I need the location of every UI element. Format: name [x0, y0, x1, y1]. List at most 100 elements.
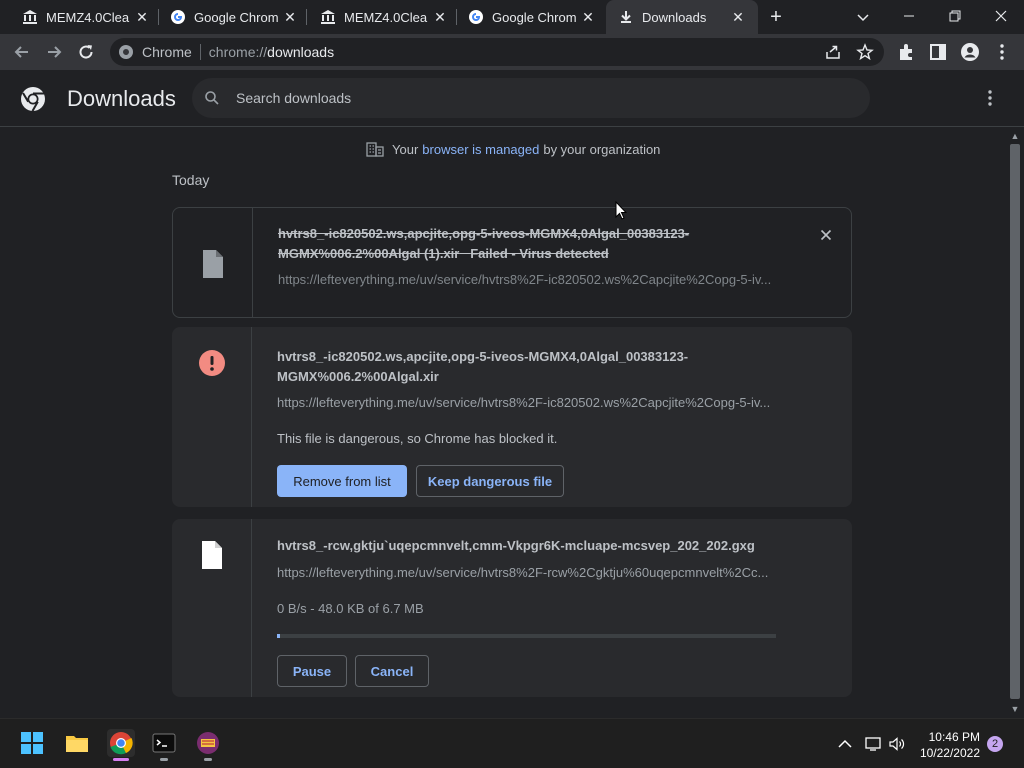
forward-button[interactable]	[43, 41, 65, 63]
system-clock[interactable]: 10:46 PM 10/22/2022	[916, 729, 980, 761]
bank-icon	[320, 9, 336, 25]
file-icon	[200, 540, 224, 569]
close-tab-icon[interactable]: ✕	[282, 9, 298, 25]
omnibox-separator	[199, 44, 201, 60]
downloads-header: Downloads	[0, 70, 1024, 127]
file-icon-column	[172, 327, 252, 507]
search-input[interactable]	[236, 78, 836, 118]
active-app-indicator	[113, 758, 129, 761]
tab-title: Google Chrome	[194, 9, 278, 25]
danger-message: This file is dangerous, so Chrome has bl…	[277, 431, 558, 446]
url-scheme: chrome://	[208, 44, 268, 60]
file-icon-column	[172, 519, 252, 697]
windows-start-icon[interactable]	[18, 729, 46, 757]
reload-button[interactable]	[75, 41, 97, 63]
close-tab-icon[interactable]: ✕	[730, 9, 746, 25]
terminal-icon[interactable]	[150, 729, 178, 761]
memz-app-icon[interactable]	[194, 729, 222, 761]
date-heading: Today	[172, 172, 210, 188]
file-icon-column	[173, 208, 253, 317]
close-tab-icon[interactable]: ✕	[580, 9, 596, 25]
file-explorer-icon[interactable]	[63, 729, 91, 757]
side-panel-icon[interactable]	[928, 42, 948, 62]
download-icon	[618, 9, 634, 25]
site-label: Chrome	[142, 44, 192, 60]
running-app-indicator	[160, 758, 168, 761]
managed-notice: Your browser is managed by your organiza…	[366, 141, 660, 157]
remove-item-icon[interactable]	[817, 226, 835, 244]
scroll-up-icon[interactable]: ▲	[1010, 131, 1020, 141]
more-actions-icon[interactable]	[980, 88, 1000, 108]
scroll-down-icon[interactable]: ▼	[1010, 704, 1020, 714]
progress-text: 0 B/s - 48.0 KB of 6.7 MB	[277, 601, 424, 616]
new-tab-button[interactable]: +	[766, 7, 786, 27]
restore-button[interactable]	[944, 6, 966, 28]
clock-time: 10:46 PM	[928, 730, 980, 744]
chrome-logo-icon	[20, 86, 46, 112]
google-icon	[468, 9, 484, 25]
close-window-button[interactable]	[990, 6, 1012, 28]
tab-4[interactable]: Google Chrome ✕	[446, 0, 604, 34]
file-name[interactable]: hvtrs8_-ic820502.ws,apcjite,opg-5-iveos-…	[278, 224, 778, 264]
chrome-icon	[118, 44, 134, 60]
warning-icon	[199, 350, 225, 376]
download-progress-bar	[277, 634, 776, 638]
download-url[interactable]: https://lefteverything.me/uv/service/hvt…	[277, 565, 777, 580]
page-title: Downloads	[67, 86, 176, 111]
search-icon	[204, 90, 220, 106]
bank-icon	[22, 9, 38, 25]
tab-downloads[interactable]: Downloads ✕	[606, 0, 758, 34]
file-icon	[201, 249, 225, 278]
file-name[interactable]: hvtrs8_-rcw,gktju`uqepcmnvelt,cmm-Vkpgr6…	[277, 536, 777, 556]
download-item-dangerous: hvtrs8_-ic820502.ws,apcjite,opg-5-iveos-…	[172, 327, 852, 507]
search-downloads-box[interactable]	[192, 78, 870, 118]
download-item-failed: hvtrs8_-ic820502.ws,apcjite,opg-5-iveos-…	[172, 207, 852, 318]
managed-suffix: by your organization	[543, 141, 661, 157]
managed-prefix: Your	[392, 141, 419, 157]
google-icon	[170, 9, 186, 25]
download-url[interactable]: https://lefteverything.me/uv/service/hvt…	[277, 395, 777, 410]
downloads-list: Your browser is managed by your organiza…	[0, 127, 1006, 718]
network-icon[interactable]	[864, 735, 882, 753]
tab-3[interactable]: MEMZ4.0Clean_ ✕	[298, 0, 456, 34]
building-icon	[366, 141, 384, 157]
address-bar[interactable]: Chrome chrome://downloads	[110, 38, 884, 66]
chrome-menu-icon[interactable]	[992, 42, 1012, 62]
tab-title: Downloads	[642, 9, 707, 25]
bookmark-star-icon[interactable]	[856, 43, 874, 61]
notification-badge[interactable]: 2	[987, 736, 1003, 752]
download-url[interactable]: https://lefteverything.me/uv/service/hvt…	[278, 272, 778, 287]
tab-title: MEMZ4.0Clean_	[46, 9, 130, 25]
progress-fill	[277, 634, 281, 638]
back-button[interactable]	[11, 41, 33, 63]
file-name[interactable]: hvtrs8_-ic820502.ws,apcjite,opg-5-iveos-…	[277, 347, 777, 387]
clock-date: 10/22/2022	[919, 746, 980, 760]
browser-toolbar: Chrome chrome://downloads	[0, 34, 1024, 70]
tab-2[interactable]: Google Chrome ✕	[148, 0, 306, 34]
volume-icon[interactable]	[888, 735, 906, 753]
download-item-in-progress: hvtrs8_-rcw,gktju`uqepcmnvelt,cmm-Vkpgr6…	[172, 519, 852, 697]
running-app-indicator	[204, 758, 212, 761]
windows-taskbar: 10:46 PM 10/22/2022 2	[0, 718, 1024, 768]
tab-strip: MEMZ4.0Clean_ ✕ Google Chrome ✕ MEMZ4.0C…	[0, 0, 1024, 34]
scrollbar-thumb[interactable]	[1010, 144, 1020, 699]
chrome-taskbar-icon[interactable]	[107, 729, 135, 761]
tab-title: MEMZ4.0Clean_	[344, 9, 428, 25]
remove-from-list-button[interactable]: Remove from list	[277, 465, 407, 497]
pause-button[interactable]: Pause	[277, 655, 347, 687]
show-hidden-icons-chevron[interactable]	[836, 735, 854, 753]
minimize-button[interactable]	[898, 6, 920, 28]
cancel-button[interactable]: Cancel	[355, 655, 429, 687]
tab-search-chevron-icon[interactable]	[852, 6, 874, 28]
share-icon[interactable]	[824, 43, 842, 61]
managed-link[interactable]: browser is managed	[422, 142, 539, 157]
page-scrollbar[interactable]: ▲ ▼	[1006, 127, 1024, 718]
mouse-cursor-icon	[615, 200, 628, 221]
profile-avatar-icon[interactable]	[960, 42, 980, 62]
tab-1[interactable]: MEMZ4.0Clean_ ✕	[0, 0, 158, 34]
extensions-icon[interactable]	[896, 42, 916, 62]
download-status: Failed - Virus detected	[470, 246, 609, 261]
url-path: downloads	[267, 44, 335, 60]
tab-title: Google Chrome	[492, 9, 576, 25]
keep-dangerous-file-button[interactable]: Keep dangerous file	[416, 465, 564, 497]
